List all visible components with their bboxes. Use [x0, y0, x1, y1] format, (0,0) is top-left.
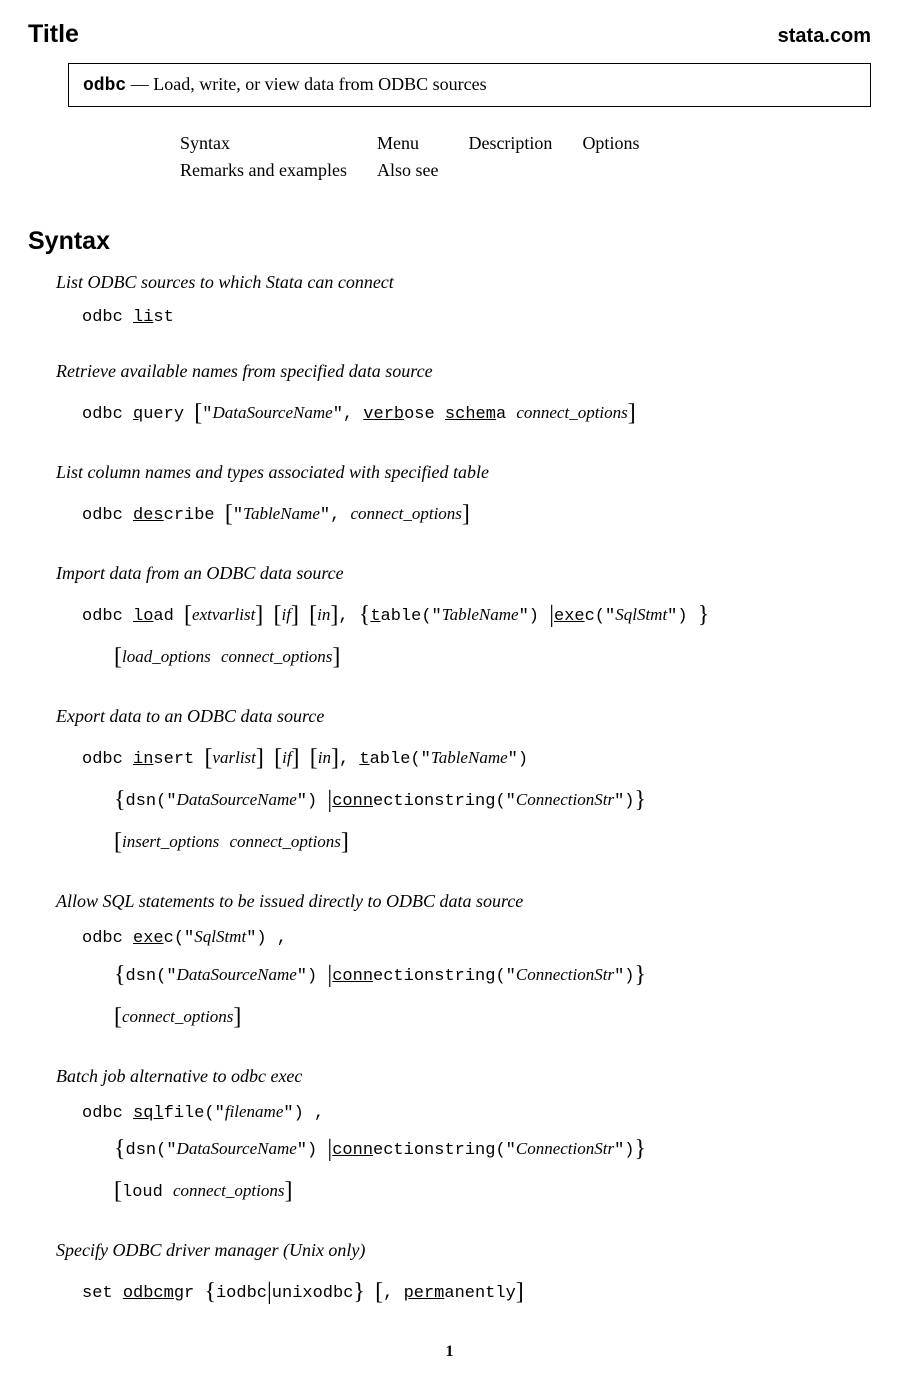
syntax-list-cmd: odbc list	[82, 303, 871, 333]
syntax-load-desc: Import data from an ODBC data source	[56, 563, 871, 584]
syntax-insert-desc: Export data to an ODBC data source	[56, 706, 871, 727]
nav-remarks[interactable]: Remarks and examples	[180, 160, 347, 180]
title-desc: Load, write, or view data from ODBC sour…	[153, 74, 486, 94]
title-box: odbc — Load, write, or view data from OD…	[68, 63, 871, 107]
syntax-load: Import data from an ODBC data source odb…	[56, 563, 871, 678]
nav-links: Syntax Menu Description Options Remarks …	[178, 129, 669, 185]
syntax-query: Retrieve available names from specified …	[56, 361, 871, 434]
syntax-load-cmd: odbc load [extvarlist] [if] [in], {table…	[82, 594, 871, 678]
syntax-set-odbcmgr-cmd: set odbcmgr {iodbc|unixodbc} [, permanen…	[82, 1271, 871, 1313]
syntax-insert: Export data to an ODBC data source odbc …	[56, 706, 871, 863]
syntax-exec-cmd: odbc exec("SqlStmt") ,{dsn("DataSourceNa…	[82, 922, 871, 1038]
syntax-describe-cmd: odbc describe ["TableName", connect_opti…	[82, 493, 871, 535]
syntax-sqlfile-cmd: odbc sqlfile("filename") ,{dsn("DataSour…	[82, 1097, 871, 1213]
syntax-query-desc: Retrieve available names from specified …	[56, 361, 871, 382]
syntax-describe-desc: List column names and types associated w…	[56, 462, 871, 483]
syntax-exec: Allow SQL statements to be issued direct…	[56, 891, 871, 1038]
syntax-query-cmd: odbc query ["DataSourceName", verbose sc…	[82, 392, 871, 434]
syntax-list: List ODBC sources to which Stata can con…	[56, 272, 871, 333]
title-command: odbc	[83, 76, 126, 96]
page-number: 1	[28, 1343, 871, 1361]
nav-syntax[interactable]: Syntax	[180, 133, 230, 153]
nav-alsosee[interactable]: Also see	[377, 160, 439, 180]
header-row: Title stata.com	[28, 20, 871, 49]
syntax-insert-cmd: odbc insert [varlist] [if] [in], table("…	[82, 737, 871, 863]
title-dash: —	[131, 74, 149, 94]
section-syntax: Syntax	[28, 227, 871, 256]
syntax-sqlfile: Batch job alternative to odbc exec odbc …	[56, 1066, 871, 1213]
syntax-sqlfile-desc: Batch job alternative to odbc exec	[56, 1066, 871, 1087]
syntax-describe: List column names and types associated w…	[56, 462, 871, 535]
page-title: Title	[28, 20, 79, 49]
syntax-exec-desc: Allow SQL statements to be issued direct…	[56, 891, 871, 912]
nav-description[interactable]: Description	[468, 133, 552, 153]
nav-options[interactable]: Options	[582, 133, 639, 153]
syntax-set-odbcmgr: Specify ODBC driver manager (Unix only) …	[56, 1240, 871, 1313]
brand-link[interactable]: stata.com	[778, 25, 871, 48]
nav-menu[interactable]: Menu	[377, 133, 419, 153]
syntax-list-desc: List ODBC sources to which Stata can con…	[56, 272, 871, 293]
syntax-set-odbcmgr-desc: Specify ODBC driver manager (Unix only)	[56, 1240, 871, 1261]
